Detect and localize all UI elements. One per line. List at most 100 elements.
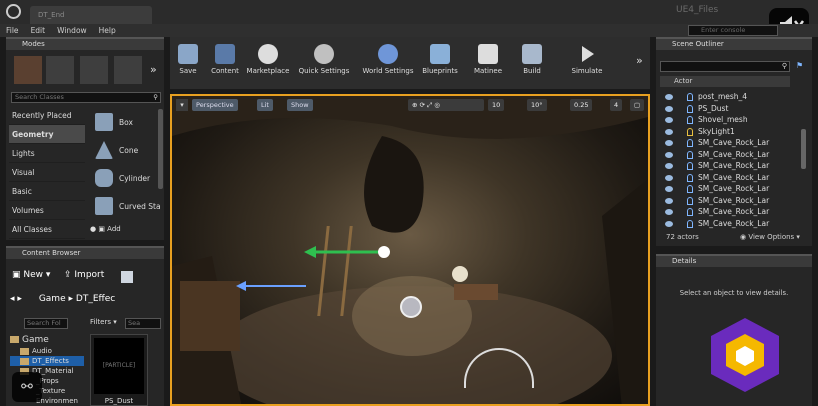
mode-place-button[interactable] [14,56,42,84]
console-command-input[interactable]: Enter console command [688,25,778,36]
details-empty-message: Select an object to view details. [679,289,789,297]
visibility-eye-icon[interactable] [665,94,673,100]
maximize-viewport-button[interactable]: ▢ [630,99,644,111]
category-all-classes[interactable]: All Classes [9,220,85,239]
visibility-eye-icon[interactable] [665,105,673,112]
category-volumes[interactable]: Volumes [9,201,85,220]
menu-window[interactable]: Window [51,24,93,37]
category-basic[interactable]: Basic [9,182,85,201]
build-blocks-icon [522,44,542,64]
lit-label: Lit [261,101,269,109]
outliner-row[interactable]: SM_Cave_Rock_Lar [660,137,800,149]
menu-help[interactable]: Help [93,24,122,37]
menu-file[interactable]: File [0,24,25,37]
outliner-row[interactable]: PS_Dust [660,103,800,115]
category-recently-placed[interactable]: Recently Placed [9,106,85,125]
outliner-row[interactable]: post_mesh_4 [660,91,800,103]
outliner-scrollbar[interactable] [801,129,806,169]
add-label[interactable]: Add [107,225,121,233]
new-button[interactable]: ▣ New ▾ [12,270,50,284]
outliner-row[interactable]: SM_Cave_Rock_Lar [660,160,800,172]
category-geometry[interactable]: Geometry [9,125,85,144]
outliner-row[interactable]: SM_Cave_Rock_Lar [660,195,800,207]
show-button[interactable]: Show [287,99,313,111]
visibility-eye-icon[interactable] [665,186,673,192]
visibility-eye-icon[interactable] [665,197,673,204]
content-button[interactable]: Content [203,44,247,75]
mode-foliage-button[interactable] [114,56,142,84]
tree-item[interactable]: Game [10,334,84,346]
place-item-box[interactable]: Box [92,110,162,136]
perspective-button[interactable]: Perspective [192,99,238,111]
path-game[interactable]: Game [39,294,66,304]
forward-arrow-icon[interactable]: ▸ [17,294,22,304]
visibility-eye-icon[interactable] [665,117,673,123]
outliner-row[interactable]: SM_Cave_Rock_Lar [660,218,800,230]
mode-paint-button[interactable] [46,56,74,84]
level-viewport[interactable] [170,94,650,406]
actor-sprite-icon[interactable] [452,266,468,282]
light-source-icon[interactable] [400,296,422,318]
import-button[interactable]: ⇪ Import [64,270,104,284]
view-options-button[interactable]: ◉ View Options ▾ [740,233,800,241]
place-item-curved-stair[interactable]: Curved Sta [92,194,162,220]
share-button[interactable]: ⚯ [12,372,42,402]
stairs-icon [95,197,113,215]
outliner-filter-icon[interactable]: ⚑ [796,61,806,72]
visibility-eye-icon[interactable] [665,151,673,158]
place-item-cylinder[interactable]: Cylinder [92,166,162,192]
tree-item[interactable]: Audio [10,346,84,356]
visibility-eye-icon[interactable] [665,163,673,169]
actor-name: SM_Cave_Rock_Lar [698,161,770,170]
folder-search-input[interactable]: Search Fol [24,318,68,329]
scale-snap-value[interactable]: 0.25 [570,99,593,111]
blueprints-button[interactable]: Blueprints [418,44,462,75]
outliner-row[interactable]: SM_Cave_Rock_Lar [660,183,800,195]
grid-snap-value[interactable]: 10 [488,99,505,111]
level-tab[interactable]: DT_End [30,6,152,24]
rotation-snap-value[interactable]: 10° [527,99,547,111]
mesh-icon [687,150,693,159]
search-icon: ⚲ [153,93,158,101]
category-visual[interactable]: Visual [9,163,85,182]
visibility-eye-icon[interactable] [665,220,673,227]
category-lights[interactable]: Lights [9,144,85,163]
tree-item-label: Game [22,335,49,345]
transform-gizmo[interactable] [302,238,422,268]
class-search-input[interactable]: Search Classes ⚲ [11,92,161,103]
outliner-row[interactable]: Shovel_mesh [660,114,800,126]
outliner-row[interactable]: SM_Cave_Rock_Lar [660,172,800,184]
visibility-eye-icon[interactable] [665,140,673,146]
build-button[interactable]: Build [510,44,554,75]
transform-mode-buttons[interactable]: ⊕ ⟳ ⤢ ◎ [408,99,484,111]
back-arrow-icon[interactable]: ◂ [10,294,15,304]
camera-speed-value[interactable]: 4 [610,99,623,111]
outliner-row[interactable]: SM_Cave_Rock_Lar [660,149,800,161]
mode-landscape-button[interactable] [80,56,108,84]
visibility-eye-icon[interactable] [665,174,673,181]
outliner-row[interactable]: SkyLight1 [660,126,800,138]
menu-edit[interactable]: Edit [25,24,52,37]
marketplace-button[interactable]: Marketplace [245,44,291,75]
visibility-eye-icon[interactable] [665,209,673,215]
quick-settings-button[interactable]: Quick Settings [296,44,352,75]
viewport-options-button[interactable]: ▾ [176,99,188,111]
outliner-search-input[interactable]: ⚲ [660,61,790,72]
visibility-eye-icon[interactable] [665,128,673,135]
tree-item-selected[interactable]: DT_Effects [10,356,84,366]
simulate-button[interactable]: Simulate [565,44,609,75]
place-item-cone[interactable]: Cone [92,138,162,164]
matinee-button[interactable]: Matinee [466,44,510,75]
save-all-icon[interactable] [121,271,133,283]
actor-column-header[interactable]: Actor [660,76,790,87]
filters-button[interactable]: Filters ▾ [90,318,117,326]
modes-scrollbar[interactable] [158,109,163,189]
path-dt-effects[interactable]: DT_Effec [76,294,115,304]
modes-more-icon[interactable]: » [150,63,157,76]
asset-search-input[interactable]: Sea [125,318,161,329]
world-settings-button[interactable]: World Settings [360,44,416,75]
asset-tile[interactable]: [PARTICLE] PS_Dust [90,334,148,406]
lit-button[interactable]: Lit [257,99,273,111]
toolbar-more-icon[interactable]: » [636,54,643,67]
outliner-row[interactable]: SM_Cave_Rock_Lar [660,206,800,218]
